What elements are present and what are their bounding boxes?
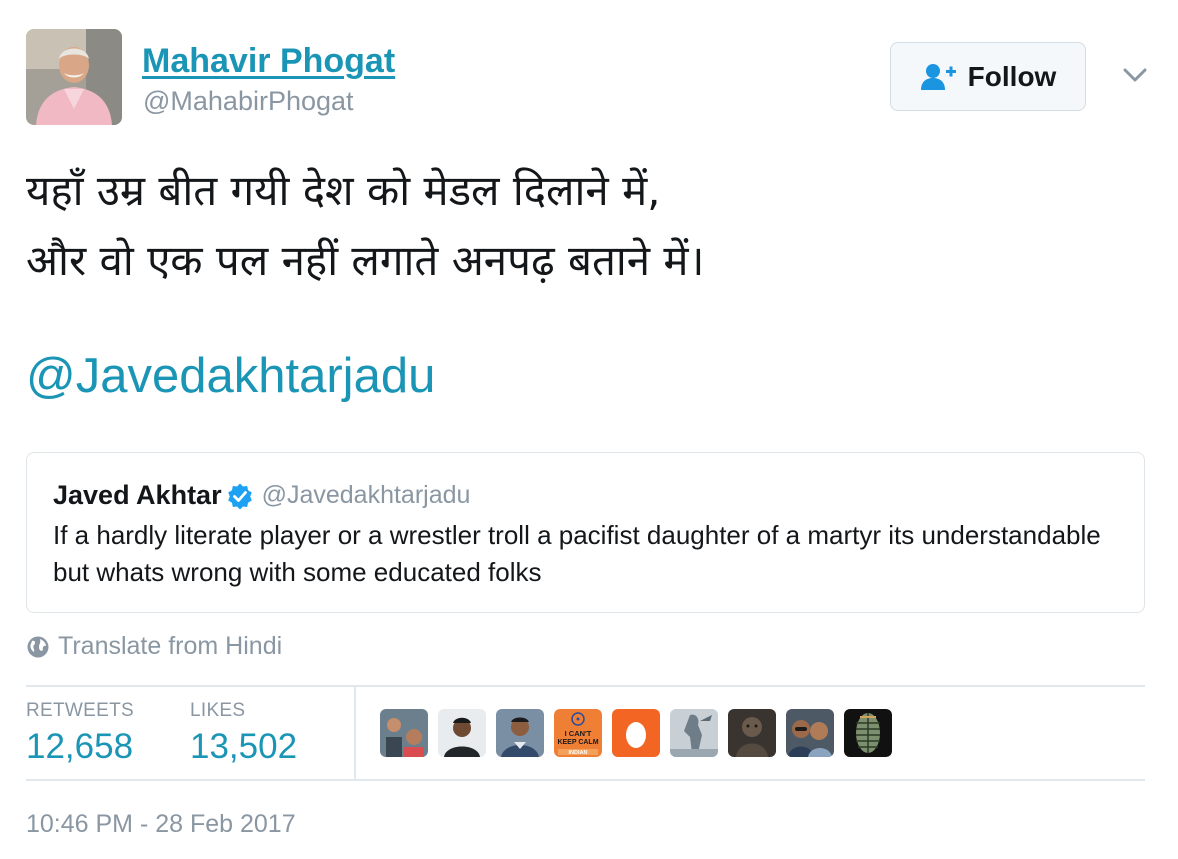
liker-avatar[interactable]: I CAN'T KEEP CALM INDIAN xyxy=(554,709,602,757)
quoted-author-handle: @Javedakhtarjadu xyxy=(261,481,471,509)
liker-avatar-image xyxy=(670,709,718,757)
author-name[interactable]: Mahavir Phogat xyxy=(142,42,395,81)
likes-count[interactable]: 13,502 xyxy=(190,727,297,767)
liker-avatar-image xyxy=(728,709,776,757)
liker-badge-line-3: INDIAN xyxy=(569,750,588,756)
liker-avatar-image xyxy=(844,709,892,757)
verified-badge-icon xyxy=(227,483,252,509)
translate-label: Translate from Hindi xyxy=(58,632,283,660)
liker-avatar[interactable] xyxy=(728,709,776,757)
retweets-label: RETWEETS xyxy=(26,700,134,721)
liker-avatar[interactable] xyxy=(786,709,834,757)
default-egg-avatar-icon xyxy=(612,709,660,757)
liker-avatar-image xyxy=(786,709,834,757)
chevron-down-icon[interactable] xyxy=(1120,60,1150,90)
stats-divider-bottom xyxy=(26,779,1145,781)
author-avatar-image xyxy=(26,29,122,125)
author-avatar[interactable] xyxy=(26,29,122,125)
stats-vertical-divider xyxy=(354,687,356,779)
liker-avatars: I CAN'T KEEP CALM INDIAN xyxy=(380,709,892,757)
liker-avatar[interactable] xyxy=(438,709,486,757)
liker-avatar[interactable] xyxy=(844,709,892,757)
quoted-tweet-text: If a hardly literate player or a wrestle… xyxy=(53,520,1101,587)
liker-avatar-image xyxy=(496,709,544,757)
quoted-author-name: Javed Akhtar xyxy=(53,480,222,510)
globe-icon xyxy=(27,636,49,657)
likes-label: LIKES xyxy=(190,700,246,721)
liker-avatar-image xyxy=(438,709,486,757)
liker-badge-line-1: I CAN'T xyxy=(565,729,592,738)
follow-label: Follow xyxy=(967,60,1057,92)
stats-divider-top xyxy=(26,685,1145,687)
tweet-text-line-1: यहाँ उम्र बीत गयी देश को मेडल दिलाने में… xyxy=(26,166,661,215)
author-handle: @MahabirPhogat xyxy=(143,86,354,116)
follow-button[interactable]: Follow xyxy=(890,42,1086,111)
tweet-text-line-2: और वो एक पल नहीं लगाते अनपढ़ बताने में। xyxy=(26,236,705,285)
liker-avatar[interactable] xyxy=(612,709,660,757)
liker-avatar[interactable] xyxy=(670,709,718,757)
liker-avatar[interactable] xyxy=(380,709,428,757)
tweet-timestamp[interactable]: 10:46 PM - 28 Feb 2017 xyxy=(26,810,296,839)
liker-avatar-image: I CAN'T KEEP CALM INDIAN xyxy=(554,709,602,757)
quoted-tweet-header: Javed Akhtar @Javedakhtarjadu xyxy=(53,480,470,511)
liker-badge-line-2: KEEP CALM xyxy=(557,739,598,746)
liker-avatar-image xyxy=(380,709,428,757)
mention-link[interactable]: @Javedakhtarjadu xyxy=(26,348,435,404)
tweet-text: यहाँ उम्र बीत गयी देश को मेडल दिलाने में… xyxy=(26,156,1146,296)
quoted-tweet[interactable]: Javed Akhtar @Javedakhtarjadu If a hardl… xyxy=(26,452,1145,613)
translate-link[interactable]: Translate from Hindi xyxy=(26,632,282,661)
retweets-count[interactable]: 12,658 xyxy=(26,727,133,767)
follow-user-plus-icon xyxy=(920,63,956,90)
liker-avatar[interactable] xyxy=(496,709,544,757)
